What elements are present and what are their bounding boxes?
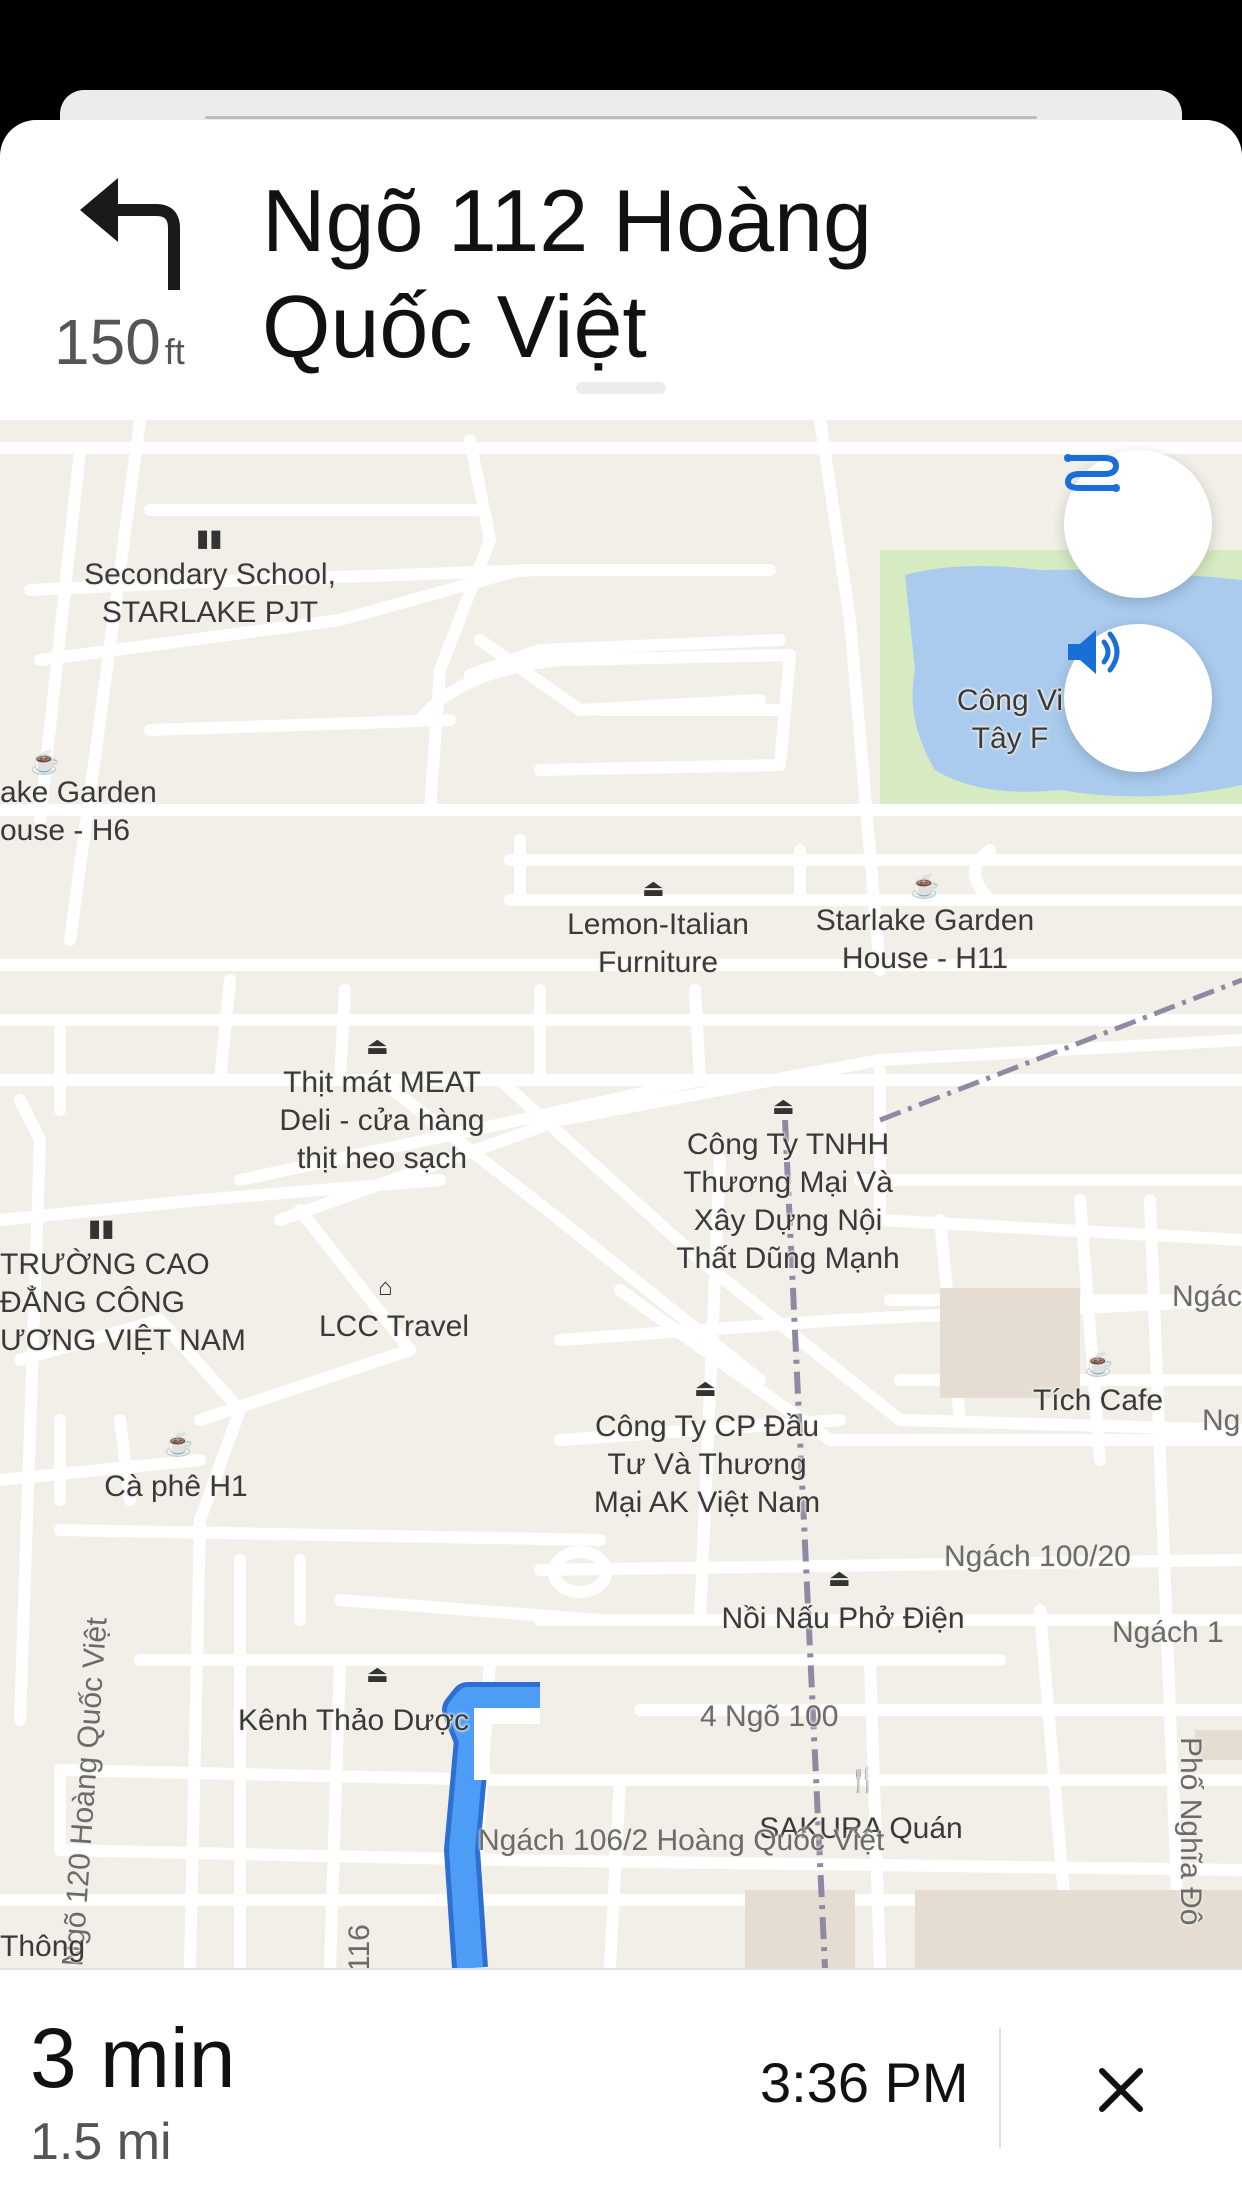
route-overview-button[interactable] [1064, 450, 1212, 598]
school-icon: ▮▮ [196, 525, 223, 552]
end-navigation-button[interactable] [1076, 2050, 1166, 2130]
poi-label: Công Vi [956, 684, 1064, 717]
poi-secondary-school[interactable]: Secondary School, STARLAKE PJT [70, 556, 350, 632]
travel-agency-icon: ⌂ [378, 1274, 393, 1301]
poi-label: LCC Travel [318, 1310, 470, 1343]
poi-label: Xây Dựng Nội [693, 1204, 883, 1237]
close-icon [1099, 2068, 1143, 2112]
poi-label: thịt heo sạch [296, 1142, 468, 1175]
maneuver-distance: 150 ft [54, 305, 185, 379]
poi-label: Tư Và Thương [607, 1448, 807, 1481]
restaurant-icon: 🍴 [848, 1767, 878, 1794]
poi-label: ĐẲNG CÔNG [0, 1286, 186, 1319]
distance-unit: ft [164, 331, 185, 372]
arrival-time: 3:36 PM [760, 2051, 969, 2114]
poi-label: ouse - H6 [0, 814, 131, 847]
speaker-volume-icon [1068, 630, 1120, 674]
street-label: Ngõ 100 [725, 1700, 839, 1733]
distance-value: 150 [54, 306, 161, 378]
divider [999, 2028, 1001, 2148]
poi-label: Furniture [597, 946, 719, 979]
poi-kenh-thao-duoc[interactable]: Kênh Thảo Dược [238, 1702, 512, 1740]
street-label: Ngách 106/2 Hoàng Quốc Việt [478, 1824, 885, 1857]
poi-cong-vien[interactable]: Công Vi Tây F [940, 682, 1080, 758]
poi-label: Nồi Nấu Phở Điện [721, 1602, 965, 1635]
poi-cong-ty-tnhh[interactable]: Công Ty TNHH Thương Mại Và Xây Dựng Nội … [630, 1126, 946, 1278]
cafe-icon: ☕ [1084, 1351, 1114, 1378]
street-label: Ngác [1172, 1280, 1242, 1313]
poi-label: Kênh Thảo Dược [238, 1704, 469, 1737]
cafe-icon: ☕ [910, 873, 940, 900]
street-line-1: Ngõ 112 Hoàng [262, 171, 872, 270]
street-label: Ngách 1 [1112, 1616, 1224, 1649]
poi-label: Lemon-Italian [567, 908, 749, 941]
poi-starlake-h11[interactable]: Starlake Garden House - H11 [790, 902, 1060, 978]
street-label: Thông [0, 1930, 86, 1963]
poi-label: Tây F [971, 722, 1049, 755]
street-label: Phố Nghĩa Đô [1174, 1737, 1207, 1926]
shopping-bag-icon: ⏏ [772, 1093, 795, 1120]
poi-label: STARLAKE PJT [101, 596, 319, 629]
route-overview-icon [1064, 454, 1120, 492]
shopping-bag-icon: ⏏ [642, 875, 665, 902]
shopping-bag-icon: ⏏ [366, 1661, 389, 1688]
poi-cong-ty-cp[interactable]: Công Ty CP Đầu Tư Và Thương Mại AK Việt … [566, 1408, 848, 1522]
poi-label: Công Ty TNHH [686, 1128, 890, 1161]
poi-label: Công Ty CP Đầu [594, 1410, 820, 1443]
poi-label: Thịt mát MEAT [283, 1066, 481, 1099]
street-label: ỗ 116 [343, 1924, 376, 1968]
poi-label: Thương Mại Và [683, 1166, 893, 1199]
poi-thit-mat[interactable]: Thịt mát MEAT Deli - cửa hàng thịt heo s… [250, 1064, 514, 1178]
poi-starlake-h6[interactable]: ake Garden ouse - H6 [0, 774, 160, 850]
street-line-2: Quốc Việt [262, 277, 647, 376]
poi-label: ƯƠNG VIỆT NAM [0, 1324, 246, 1357]
cafe-icon: ☕ [164, 1431, 194, 1458]
poi-label: Starlake Garden [815, 904, 1035, 937]
poi-label: Thất Dũng Mạnh [676, 1242, 900, 1275]
poi-label: Mại AK Việt Nam [593, 1486, 821, 1519]
next-street-name: Ngõ 112 Hoàng Quốc Việt [262, 168, 1162, 380]
poi-tich-cafe[interactable]: Tích Cafe [1016, 1382, 1180, 1420]
cafe-icon: ☕ [30, 749, 60, 776]
poi-label: Deli - cửa hàng [279, 1104, 485, 1137]
shopping-bag-icon: ⏏ [828, 1565, 851, 1592]
poi-noi-nau-pho[interactable]: Nồi Nấu Phở Điện [694, 1600, 992, 1638]
eta-duration: 3 min [30, 2011, 236, 2105]
audio-guidance-button[interactable] [1064, 624, 1212, 772]
poi-lcc-travel[interactable]: LCC Travel [300, 1308, 488, 1346]
school-icon: ▮▮ [88, 1215, 115, 1242]
map-road-layer [0, 420, 1242, 1968]
building [745, 1890, 855, 1968]
poi-label: Secondary School, [84, 558, 336, 591]
eta-distance: 1.5 mi [30, 2113, 172, 2171]
shopping-bag-icon: ⏏ [694, 1375, 717, 1402]
street-label: Ng [1202, 1404, 1241, 1437]
street-label-prefix: 4 [700, 1700, 717, 1733]
drag-handle[interactable] [576, 382, 666, 394]
poi-lemon-italian[interactable]: Lemon-Italian Furniture [528, 906, 788, 982]
poi-label: House - H11 [841, 942, 1009, 975]
poi-label: TRƯỜNG CAO [0, 1248, 210, 1281]
street-label: Ngách 100/20 [944, 1540, 1131, 1573]
map-view[interactable]: ▮▮ ☕ ⏏ ☕ ⏏ ⏏ ▮▮ ⌂ ☕ ⏏ ☕ ⏏ ⏏ 🍴 Secondary … [0, 420, 1242, 1968]
poi-truong-cao-dang[interactable]: TRƯỜNG CAO ĐẲNG CÔNG ƯƠNG VIỆT NAM [0, 1246, 260, 1360]
poi-label: ake Garden [0, 776, 157, 809]
shopping-bag-icon: ⏏ [366, 1033, 389, 1060]
poi-label: Tích Cafe [1032, 1384, 1164, 1417]
turn-left-arrow-icon [78, 170, 188, 294]
street-label-ngo-100: 4 Ngõ 100 [700, 1700, 838, 1734]
